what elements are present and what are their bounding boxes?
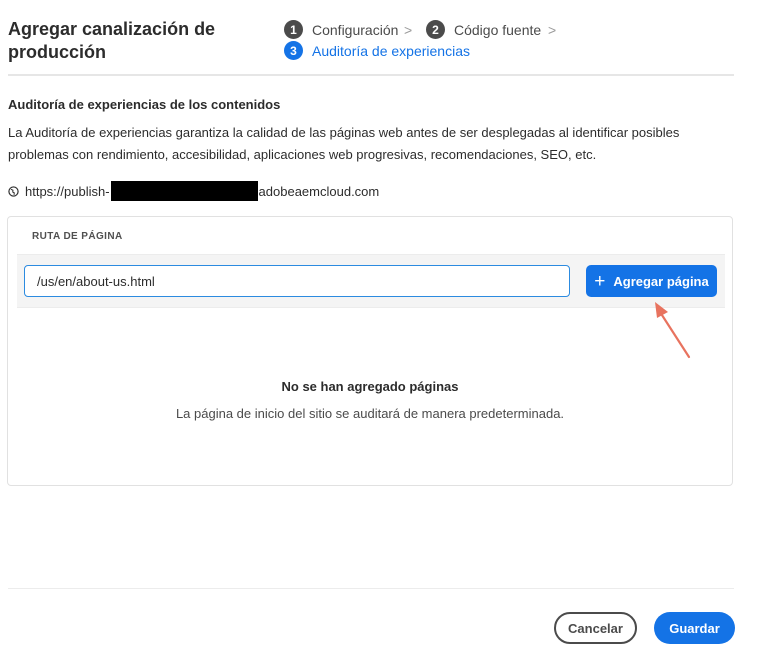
footer-divider	[8, 588, 734, 589]
step-auditoria[interactable]: 3 Auditoría de experiencias	[284, 41, 470, 60]
page-path-input-row: + Agregar página	[17, 254, 725, 308]
site-url: https://publish- adobeaemcloud.com	[8, 181, 380, 201]
cancel-button[interactable]: Cancelar	[554, 612, 637, 644]
site-url-prefix: https://publish-	[25, 183, 110, 199]
plus-icon: +	[594, 270, 606, 292]
dialog-title: Agregar canalización de producción	[8, 19, 216, 62]
empty-state-description: La página de inicio del sitio se auditar…	[175, 406, 565, 421]
page-path-panel: RUTA DE PÁGINA + Agregar página No se ha…	[7, 216, 733, 486]
annotation-arrow-icon	[655, 302, 691, 359]
step-label: Código fuente	[454, 21, 542, 38]
empty-state-title: No se han agregado páginas	[281, 379, 459, 394]
step-number: 2	[426, 20, 445, 39]
step-label: Configuración	[312, 21, 399, 38]
step-codigo-fuente[interactable]: 2 Código fuente	[426, 20, 541, 39]
globe-icon	[8, 185, 19, 197]
add-page-button[interactable]: + Agregar página	[586, 265, 717, 297]
redacted-block	[110, 181, 258, 201]
chevron-right-icon: >	[548, 22, 557, 38]
step-label: Auditoría de experiencias	[312, 42, 470, 59]
add-page-label: Agregar página	[613, 273, 709, 289]
page-path-input[interactable]	[24, 265, 570, 297]
chevron-right-icon: >	[404, 22, 413, 38]
section-description: La Auditoría de experiencias garantiza l…	[8, 125, 680, 162]
step-number: 3	[284, 41, 303, 60]
header-divider	[8, 74, 734, 76]
site-url-suffix: adobeaemcloud.com	[258, 183, 380, 199]
section-heading: Auditoría de experiencias de los conteni…	[8, 97, 281, 112]
step-indicator: 1 Configuración > 2 Código fuente > 3 Au…	[284, 20, 604, 64]
step-number: 1	[284, 20, 303, 39]
step-configuracion[interactable]: 1 Configuración	[284, 20, 398, 39]
save-button[interactable]: Guardar	[654, 612, 735, 644]
page-path-column-label: RUTA DE PÁGINA	[32, 231, 123, 242]
